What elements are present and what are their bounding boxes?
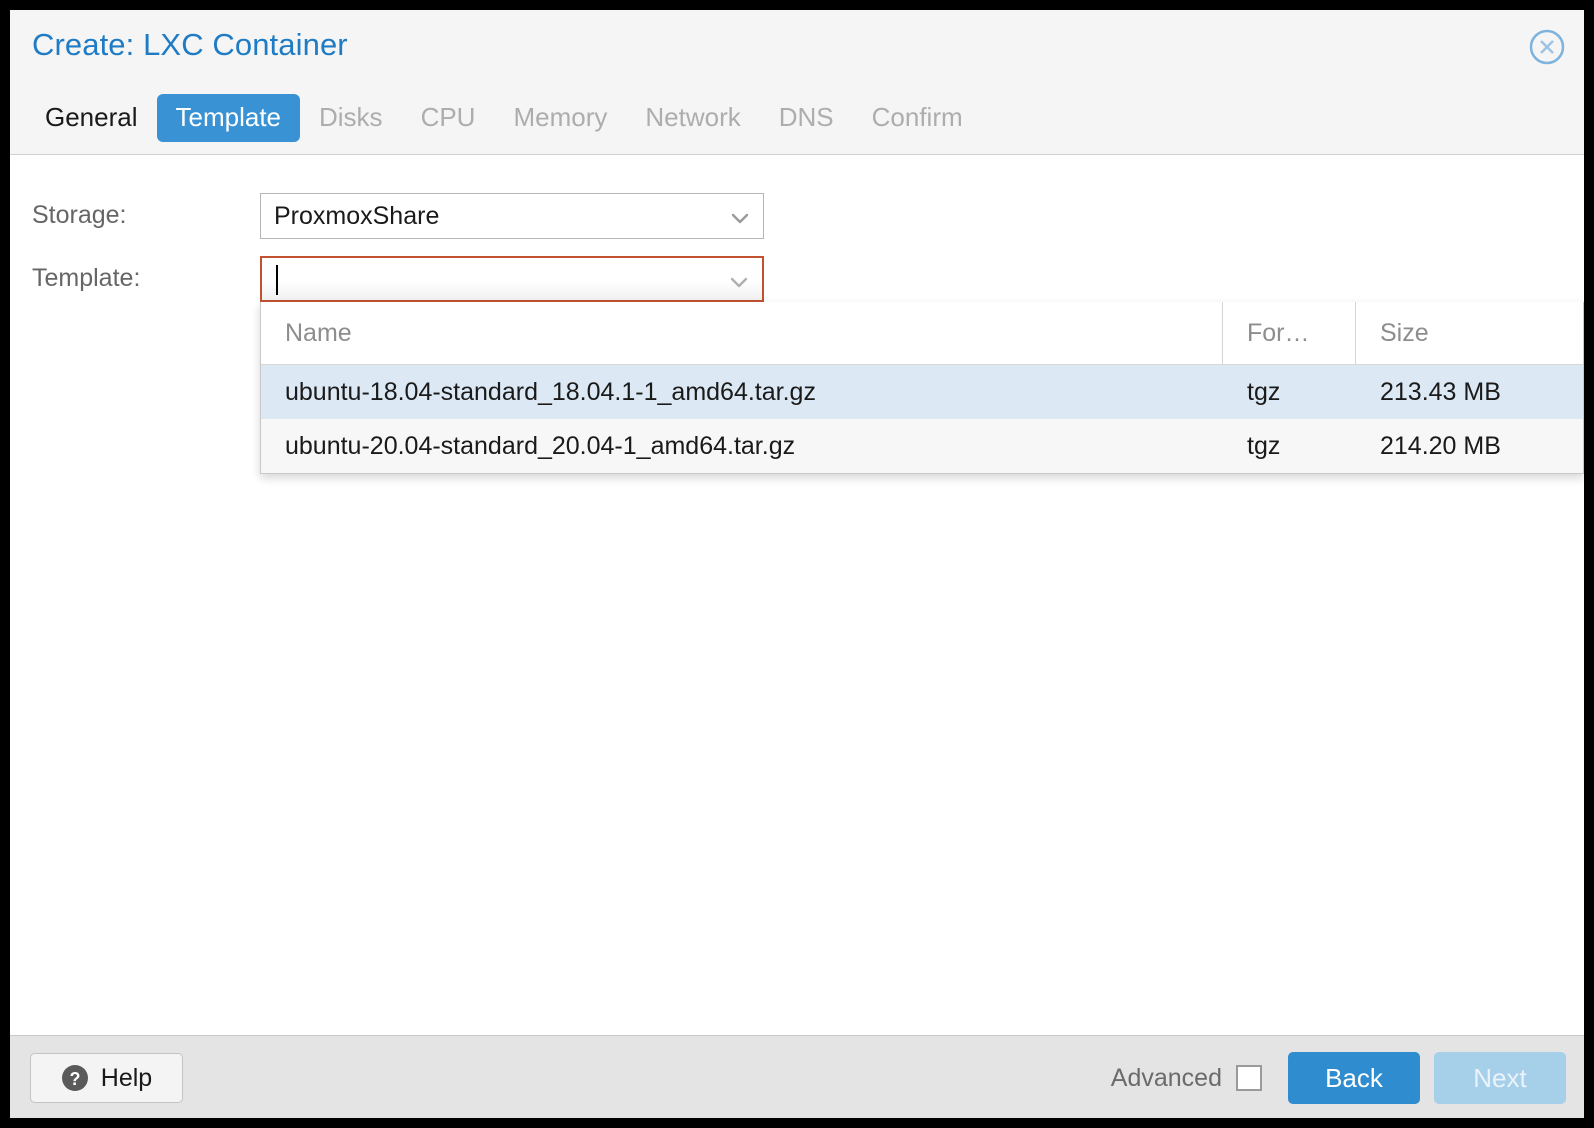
dropdown-header-row: Name For… Size [261, 302, 1583, 365]
template-combobox[interactable] [260, 256, 764, 302]
text-caret [276, 265, 278, 295]
option-size: 214.20 MB [1356, 419, 1583, 473]
storage-label: Storage: [32, 201, 127, 230]
advanced-checkbox[interactable] [1236, 1065, 1262, 1091]
template-label: Template: [32, 264, 140, 293]
option-size: 213.43 MB [1356, 365, 1583, 419]
dropdown-option-row[interactable]: ubuntu-18.04-standard_18.04.1-1_amd64.ta… [261, 365, 1583, 419]
wizard-tab-bar: General Template Disks CPU Memory Networ… [26, 94, 982, 142]
dialog-footer: ? Help Advanced Back Next [10, 1035, 1584, 1118]
column-header-name[interactable]: Name [261, 302, 1223, 364]
tab-template[interactable]: Template [157, 94, 301, 142]
dialog-header: Create: LXC Container General Template D… [10, 10, 1584, 155]
tab-network: Network [626, 94, 759, 142]
help-button-label: Help [101, 1064, 152, 1093]
template-input[interactable] [275, 266, 695, 295]
advanced-label: Advanced [1111, 1064, 1222, 1093]
storage-field-row: Storage: ProxmoxShare [10, 193, 1584, 239]
tab-cpu: CPU [402, 94, 495, 142]
dropdown-option-row[interactable]: ubuntu-20.04-standard_20.04-1_amd64.tar.… [261, 419, 1583, 473]
window-frame: Create: LXC Container General Template D… [0, 0, 1594, 1128]
tab-general[interactable]: General [26, 94, 157, 142]
dialog-body: Storage: ProxmoxShare Template: [10, 155, 1584, 1035]
storage-select[interactable]: ProxmoxShare [260, 193, 764, 239]
tab-memory: Memory [494, 94, 626, 142]
svg-text:?: ? [69, 1069, 80, 1089]
close-icon[interactable] [1528, 28, 1566, 66]
template-field-row: Template: [10, 256, 1584, 302]
help-button[interactable]: ? Help [30, 1053, 183, 1103]
column-header-size[interactable]: Size [1356, 302, 1583, 364]
template-dropdown-list[interactable]: Name For… Size ubuntu-18.04-standard_18.… [260, 302, 1584, 474]
question-circle-icon: ? [61, 1064, 89, 1092]
option-format: tgz [1223, 365, 1356, 419]
option-name: ubuntu-20.04-standard_20.04-1_amd64.tar.… [261, 419, 1223, 473]
column-header-format[interactable]: For… [1223, 302, 1356, 364]
option-format: tgz [1223, 419, 1356, 473]
chevron-down-icon[interactable] [729, 207, 751, 229]
footer-actions: Advanced Back Next [1111, 1052, 1566, 1104]
option-name: ubuntu-18.04-standard_18.04.1-1_amd64.ta… [261, 365, 1223, 419]
create-lxc-container-dialog: Create: LXC Container General Template D… [10, 10, 1584, 1118]
storage-selected-value: ProxmoxShare [274, 202, 439, 231]
chevron-down-icon[interactable] [728, 271, 750, 293]
tab-dns: DNS [760, 94, 853, 142]
tab-disks: Disks [300, 94, 402, 142]
next-button: Next [1434, 1052, 1566, 1104]
back-button[interactable]: Back [1288, 1052, 1420, 1104]
page-title: Create: LXC Container [32, 27, 348, 63]
tab-confirm: Confirm [853, 94, 982, 142]
